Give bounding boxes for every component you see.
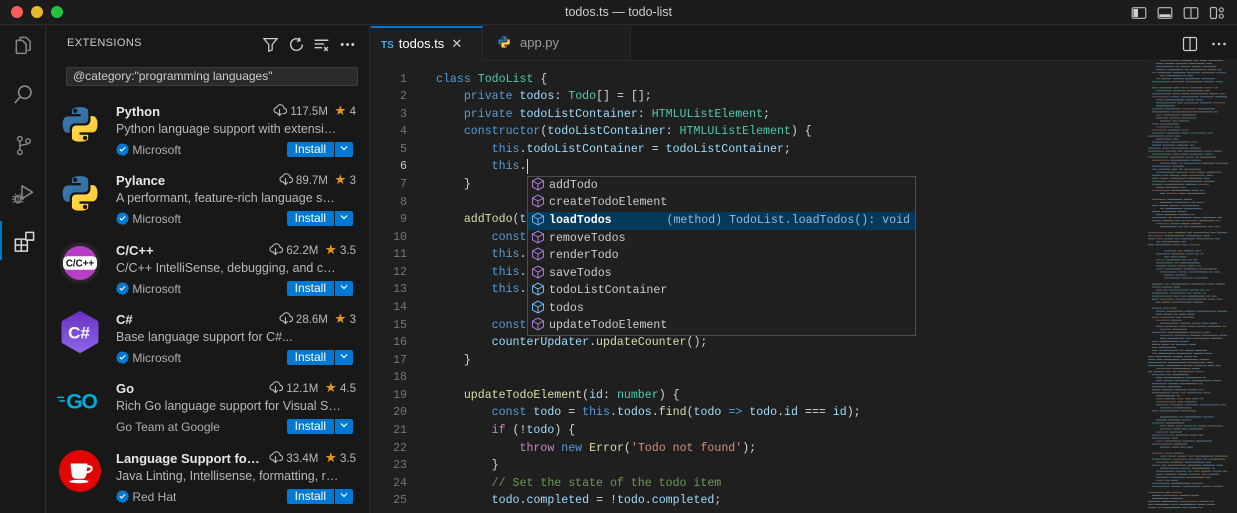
- svg-text:C/C++: C/C++: [66, 258, 95, 269]
- svg-text:C#: C#: [68, 323, 90, 342]
- svg-text:GO: GO: [66, 391, 97, 414]
